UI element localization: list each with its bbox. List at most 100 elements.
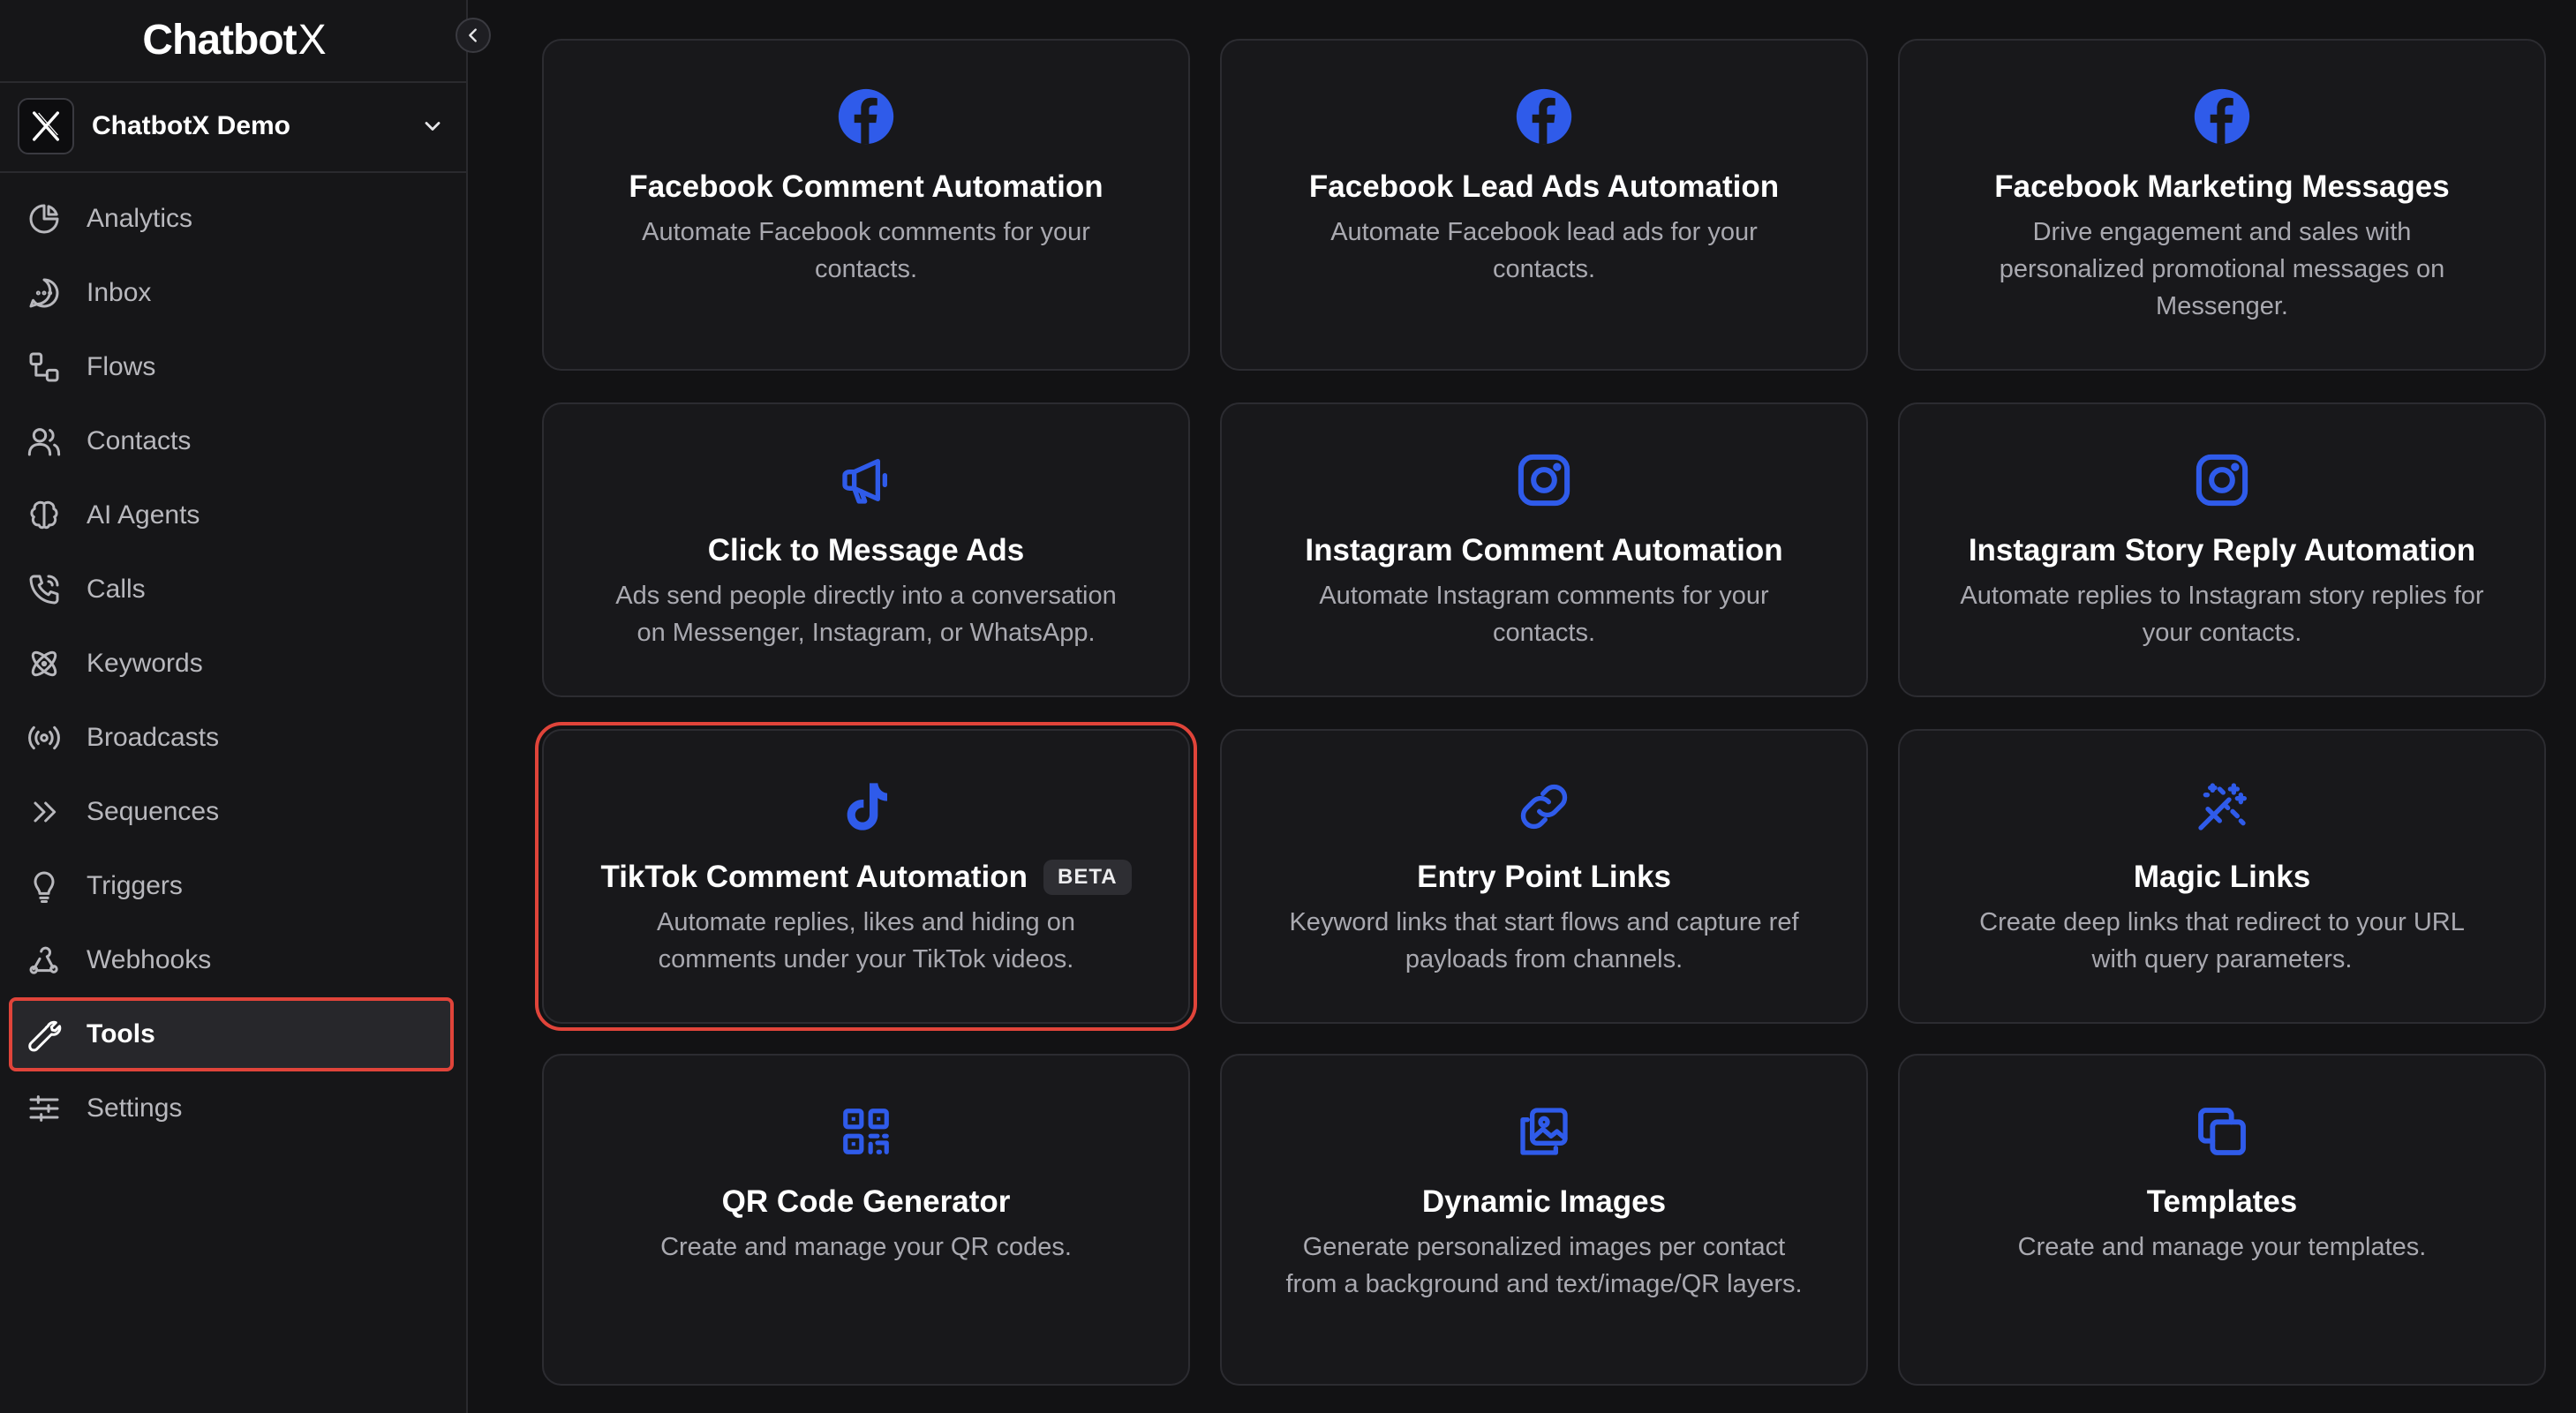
sliders-icon xyxy=(25,1089,64,1128)
instagram-icon xyxy=(2190,448,2254,512)
lightbulb-icon xyxy=(25,867,64,906)
link-icon xyxy=(1512,775,1576,838)
tool-card-qr-code-generator[interactable]: QR Code Generator Create and manage your… xyxy=(542,1054,1190,1386)
tool-card-entry-point-links[interactable]: Entry Point Links Keyword links that sta… xyxy=(1220,729,1868,1024)
sidebar-item-ai-agents[interactable]: AI Agents xyxy=(11,480,452,551)
tool-card-facebook-lead-ads-automation[interactable]: Facebook Lead Ads Automation Automate Fa… xyxy=(1220,39,1868,371)
wrench-icon xyxy=(25,1015,64,1054)
sidebar-item-sequences[interactable]: Sequences xyxy=(11,777,452,847)
tool-card-magic-links[interactable]: Magic Links Create deep links that redir… xyxy=(1898,729,2546,1024)
image-icon xyxy=(1512,1100,1576,1163)
tool-card-title: Instagram Comment Automation xyxy=(1305,533,1783,567)
tool-card-title: TikTok Comment Automation BETA xyxy=(544,860,1188,895)
sidebar-item-label: Inbox xyxy=(87,278,152,307)
brain-icon xyxy=(25,496,64,535)
collapse-sidebar-button[interactable] xyxy=(456,18,491,53)
sidebar-item-label: Contacts xyxy=(87,426,192,455)
chevron-down-icon[interactable] xyxy=(415,109,450,144)
sidebar-item-label: Webhooks xyxy=(87,945,212,974)
atom-icon xyxy=(25,644,64,683)
x-logo-icon xyxy=(33,111,60,141)
sidebar-item-calls[interactable]: Calls xyxy=(11,554,452,625)
tool-card-dynamic-images[interactable]: Dynamic Images Generate personalized ima… xyxy=(1220,1054,1868,1386)
sidebar-item-keywords[interactable]: Keywords xyxy=(11,628,452,699)
flow-icon xyxy=(25,348,64,387)
tool-card-templates[interactable]: Templates Create and manage your templat… xyxy=(1898,1054,2546,1386)
tool-card-title: Templates xyxy=(2146,1184,2298,1219)
workspace-switcher[interactable]: ChatbotX Demo xyxy=(18,95,450,157)
sidebar-item-label: Settings xyxy=(87,1094,183,1123)
logo[interactable]: ChatbotX xyxy=(0,0,468,79)
tool-card-title: Facebook Lead Ads Automation xyxy=(1308,169,1780,204)
phone-icon xyxy=(25,570,64,609)
sidebar-item-label: AI Agents xyxy=(87,500,200,530)
workspace-avatar xyxy=(18,98,74,154)
sidebar-item-label: Keywords xyxy=(87,649,203,678)
pie-chart-icon xyxy=(25,199,64,238)
instagram-icon xyxy=(1512,448,1576,512)
sidebar-item-contacts[interactable]: Contacts xyxy=(11,406,452,477)
magic-wand-icon xyxy=(2190,775,2254,838)
sidebar-item-label: Analytics xyxy=(87,204,193,233)
tool-card-description: Ads send people directly into a conversa… xyxy=(615,582,1117,647)
sidebar-item-inbox[interactable]: Inbox xyxy=(11,258,452,328)
tool-card-description: Automate replies, likes and hiding on co… xyxy=(657,908,1075,973)
sidebar-item-label: Tools xyxy=(87,1019,155,1048)
sidebar-item-tools[interactable]: Tools xyxy=(9,997,454,1071)
sidebar-item-label: Calls xyxy=(87,575,146,604)
tool-card-tiktok-comment-automation[interactable]: TikTok Comment Automation BETA Automate r… xyxy=(535,722,1197,1031)
tool-card-description: Generate personalized images per contact… xyxy=(1285,1233,1803,1298)
tool-card-title: Entry Point Links xyxy=(1417,860,1671,894)
tool-card-description: Automate Instagram comments for your con… xyxy=(1319,582,1769,647)
sidebar-item-flows[interactable]: Flows xyxy=(11,332,452,402)
sidebar-item-label: Flows xyxy=(87,352,156,381)
chevron-left-icon xyxy=(469,28,477,42)
sidebar: ChatbotX ChatbotX Demo Analytics Inbox F… xyxy=(0,0,468,1413)
tool-card-title: Dynamic Images xyxy=(1421,1184,1667,1219)
users-icon xyxy=(25,422,64,461)
beta-badge: BETA xyxy=(1043,860,1132,895)
tool-card-description: Create deep links that redirect to your … xyxy=(1979,908,2465,973)
facebook-icon xyxy=(834,85,898,148)
tool-card-title: Click to Message Ads xyxy=(707,533,1025,567)
tool-card-title: QR Code Generator xyxy=(721,1184,1011,1219)
tool-card-title: Magic Links xyxy=(2133,860,2311,894)
sidebar-item-broadcasts[interactable]: Broadcasts xyxy=(11,703,452,773)
webhook-icon xyxy=(25,941,64,980)
tool-card-description: Create and manage your QR codes. xyxy=(660,1233,1072,1261)
megaphone-icon xyxy=(834,448,898,512)
tool-card-facebook-marketing-messages[interactable]: Facebook Marketing Messages Drive engage… xyxy=(1898,39,2546,371)
chat-bubble-icon xyxy=(25,274,64,312)
broadcast-icon xyxy=(25,718,64,757)
logo-text: ChatbotX xyxy=(142,16,326,64)
copy-icon xyxy=(2190,1100,2254,1163)
tool-card-instagram-story-reply-automation[interactable]: Instagram Story Reply Automation Automat… xyxy=(1898,402,2546,697)
divider xyxy=(0,171,468,173)
tool-card-description: Automate replies to Instagram story repl… xyxy=(1960,582,2484,647)
facebook-icon xyxy=(2190,85,2254,148)
sidebar-item-webhooks[interactable]: Webhooks xyxy=(11,925,452,996)
tool-card-description: Automate Facebook comments for your cont… xyxy=(642,218,1090,283)
sidebar-nav: Analytics Inbox Flows Contacts AI Agents… xyxy=(9,184,454,1147)
tiktok-icon xyxy=(834,775,898,838)
sidebar-item-label: Triggers xyxy=(87,871,183,900)
tools-grid: Facebook Comment Automation Automate Fac… xyxy=(468,0,2576,1413)
qr-code-icon xyxy=(834,1100,898,1163)
sidebar-item-settings[interactable]: Settings xyxy=(11,1073,452,1144)
chevrons-right-icon xyxy=(25,793,64,831)
sidebar-item-triggers[interactable]: Triggers xyxy=(11,851,452,921)
tool-card-title: Facebook Marketing Messages xyxy=(1994,169,2450,204)
sidebar-item-analytics[interactable]: Analytics xyxy=(11,184,452,254)
tool-card-instagram-comment-automation[interactable]: Instagram Comment Automation Automate In… xyxy=(1220,402,1868,697)
tool-card-description: Automate Facebook lead ads for your cont… xyxy=(1330,218,1758,283)
tool-card-description: Drive engagement and sales with personal… xyxy=(1999,218,2445,320)
facebook-icon xyxy=(1512,85,1576,148)
sidebar-item-label: Broadcasts xyxy=(87,723,220,752)
tool-card-title: Facebook Comment Automation xyxy=(629,169,1103,204)
tool-card-description: Keyword links that start flows and captu… xyxy=(1289,908,1799,973)
sidebar-item-label: Sequences xyxy=(87,797,220,826)
tool-card-click-to-message-ads[interactable]: Click to Message Ads Ads send people dir… xyxy=(542,402,1190,697)
tool-card-description: Create and manage your templates. xyxy=(2017,1233,2427,1261)
tool-card-title: Instagram Story Reply Automation xyxy=(1968,533,2476,567)
tool-card-facebook-comment-automation[interactable]: Facebook Comment Automation Automate Fac… xyxy=(542,39,1190,371)
